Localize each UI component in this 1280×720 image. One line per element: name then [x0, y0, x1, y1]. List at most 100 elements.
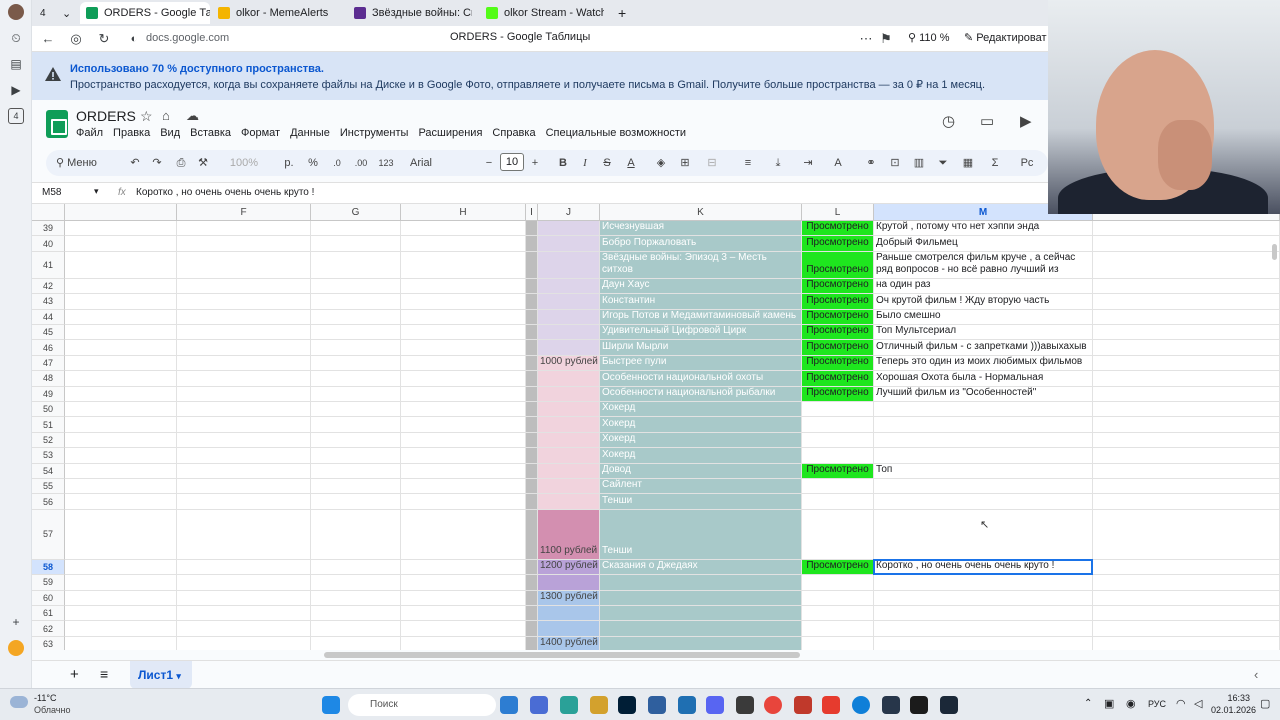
filter-icon[interactable]: ⏷ — [936, 155, 950, 171]
grid-cell[interactable] — [401, 559, 526, 576]
grid-cell[interactable] — [1093, 417, 1280, 433]
price-cell[interactable] — [538, 371, 600, 387]
grid-cell[interactable] — [177, 278, 311, 295]
price-cell[interactable] — [538, 294, 600, 310]
title-cell[interactable] — [600, 621, 802, 637]
title-cell[interactable]: Удивительный Цифровой Цирк — [600, 325, 802, 341]
tab-orders[interactable]: ORDERS - Google Табли — [80, 2, 210, 24]
review-cell[interactable]: на один раз — [874, 278, 1093, 295]
grid-cell[interactable] — [311, 340, 401, 356]
row-header[interactable]: 57 — [32, 509, 65, 560]
video-call-icon[interactable]: ▶ — [1020, 112, 1032, 130]
price-cell[interactable] — [538, 575, 600, 591]
review-cell[interactable]: Крутой , потому что нет хэппи энда — [874, 221, 1093, 237]
grid-cell[interactable] — [65, 402, 177, 418]
price-cell[interactable] — [538, 221, 600, 237]
grid-cell[interactable] — [526, 494, 538, 510]
start-icon[interactable] — [322, 696, 340, 714]
grid-cell[interactable] — [526, 417, 538, 433]
grid-cell[interactable] — [311, 371, 401, 387]
grid-cell[interactable] — [526, 509, 538, 560]
row-header[interactable]: 45 — [32, 325, 65, 341]
status-cell[interactable]: Просмотрено — [802, 463, 874, 479]
price-cell[interactable] — [538, 494, 600, 510]
clock-date[interactable]: 02.01.2026 — [1204, 705, 1256, 715]
reload-icon[interactable]: ↻ — [96, 31, 112, 47]
tab-memealerts[interactable]: olkor - MemeAlerts — [212, 2, 336, 24]
grid-cell[interactable] — [1093, 251, 1280, 279]
grid-cell[interactable] — [65, 432, 177, 449]
grid-cell[interactable] — [177, 309, 311, 325]
vertical-scrollbar[interactable] — [1272, 244, 1277, 260]
grid-cell[interactable] — [177, 575, 311, 591]
app-icon[interactable] — [910, 696, 928, 714]
grid-cell[interactable] — [1093, 494, 1280, 510]
price-cell[interactable]: 1300 рублей — [538, 590, 600, 606]
price-cell[interactable] — [538, 463, 600, 479]
title-cell[interactable] — [600, 575, 802, 591]
grid-cell[interactable] — [311, 494, 401, 510]
row-header[interactable]: 48 — [32, 371, 65, 387]
app-icon[interactable] — [560, 696, 578, 714]
grid-cell[interactable] — [401, 432, 526, 449]
volume-icon[interactable]: ◁ — [1194, 697, 1202, 710]
increase-decimal-button[interactable]: .00 — [350, 155, 372, 171]
price-cell[interactable] — [538, 251, 600, 279]
grid-cell[interactable] — [526, 479, 538, 495]
status-cell[interactable]: Просмотрено — [802, 251, 874, 279]
grid-cell[interactable] — [401, 479, 526, 495]
grid-cell[interactable] — [526, 448, 538, 464]
status-cell[interactable] — [802, 636, 874, 650]
grid-cell[interactable] — [526, 463, 538, 479]
column-header-j[interactable]: J — [538, 204, 600, 221]
number-format-button[interactable]: 123 — [376, 155, 396, 171]
grid-cell[interactable] — [311, 355, 401, 372]
review-cell[interactable] — [874, 417, 1093, 433]
url-text[interactable]: docs.google.com — [146, 32, 229, 44]
fill-color-icon[interactable]: ◈ — [654, 155, 668, 171]
grid-cell[interactable] — [311, 402, 401, 418]
price-cell[interactable] — [538, 432, 600, 449]
grid-cell[interactable] — [401, 494, 526, 510]
grid-cell[interactable] — [177, 236, 311, 252]
grid-cell[interactable] — [65, 309, 177, 325]
text-color-icon[interactable]: A — [624, 155, 638, 171]
tab-counter[interactable]: 4 — [34, 2, 54, 24]
borders-icon[interactable]: ⊞ — [678, 155, 692, 171]
tab-kick[interactable]: olkor Stream - Watch Live — [480, 2, 604, 24]
add-icon[interactable]: + — [8, 614, 24, 630]
grid-cell[interactable] — [401, 448, 526, 464]
chevron-down-icon[interactable]: ⌄ — [56, 2, 72, 24]
price-cell[interactable] — [538, 386, 600, 402]
history-icon[interactable]: ◷ — [942, 112, 955, 130]
zoom-select[interactable]: 100% — [222, 155, 266, 171]
input-tools-icon[interactable]: Рс — [1016, 155, 1038, 171]
grid-cell[interactable] — [177, 606, 311, 622]
price-cell[interactable] — [538, 236, 600, 252]
grid-cell[interactable] — [526, 221, 538, 237]
price-cell[interactable] — [538, 621, 600, 637]
grid-cell[interactable] — [177, 221, 311, 237]
row-header[interactable]: 55 — [32, 479, 65, 495]
title-cell[interactable]: Игорь Потов и Медамитаминовый камень — [600, 309, 802, 325]
grid-cell[interactable] — [311, 448, 401, 464]
review-cell[interactable] — [874, 575, 1093, 591]
grid-cell[interactable] — [65, 340, 177, 356]
grid-cell[interactable] — [65, 606, 177, 622]
grid-cell[interactable] — [177, 636, 311, 650]
sheets-logo-icon[interactable] — [46, 110, 68, 138]
column-header-e[interactable] — [65, 204, 177, 221]
wrap-icon[interactable]: ⇥ — [798, 155, 818, 171]
bookmark-icon[interactable]: ⚑ — [878, 31, 894, 47]
title-cell[interactable]: Исчезнувшая — [600, 221, 802, 237]
column-header-f[interactable]: F — [177, 204, 311, 221]
status-cell[interactable] — [802, 432, 874, 449]
spreadsheet-grid[interactable]: F G H I J K L M 39 Исчезнувшая Просмотрено Крутой ,… — [32, 204, 1280, 650]
paint-format-icon[interactable]: ⚒ — [196, 155, 210, 171]
cloud-icon[interactable]: ☁ — [186, 108, 199, 124]
status-cell[interactable]: Просмотрено — [802, 355, 874, 372]
weather-desc[interactable]: Облачно — [34, 705, 70, 715]
grid-cell[interactable] — [526, 325, 538, 341]
menu-search[interactable]: ⚲ Меню — [56, 155, 108, 171]
wifi-icon[interactable]: ◠ — [1176, 697, 1186, 710]
